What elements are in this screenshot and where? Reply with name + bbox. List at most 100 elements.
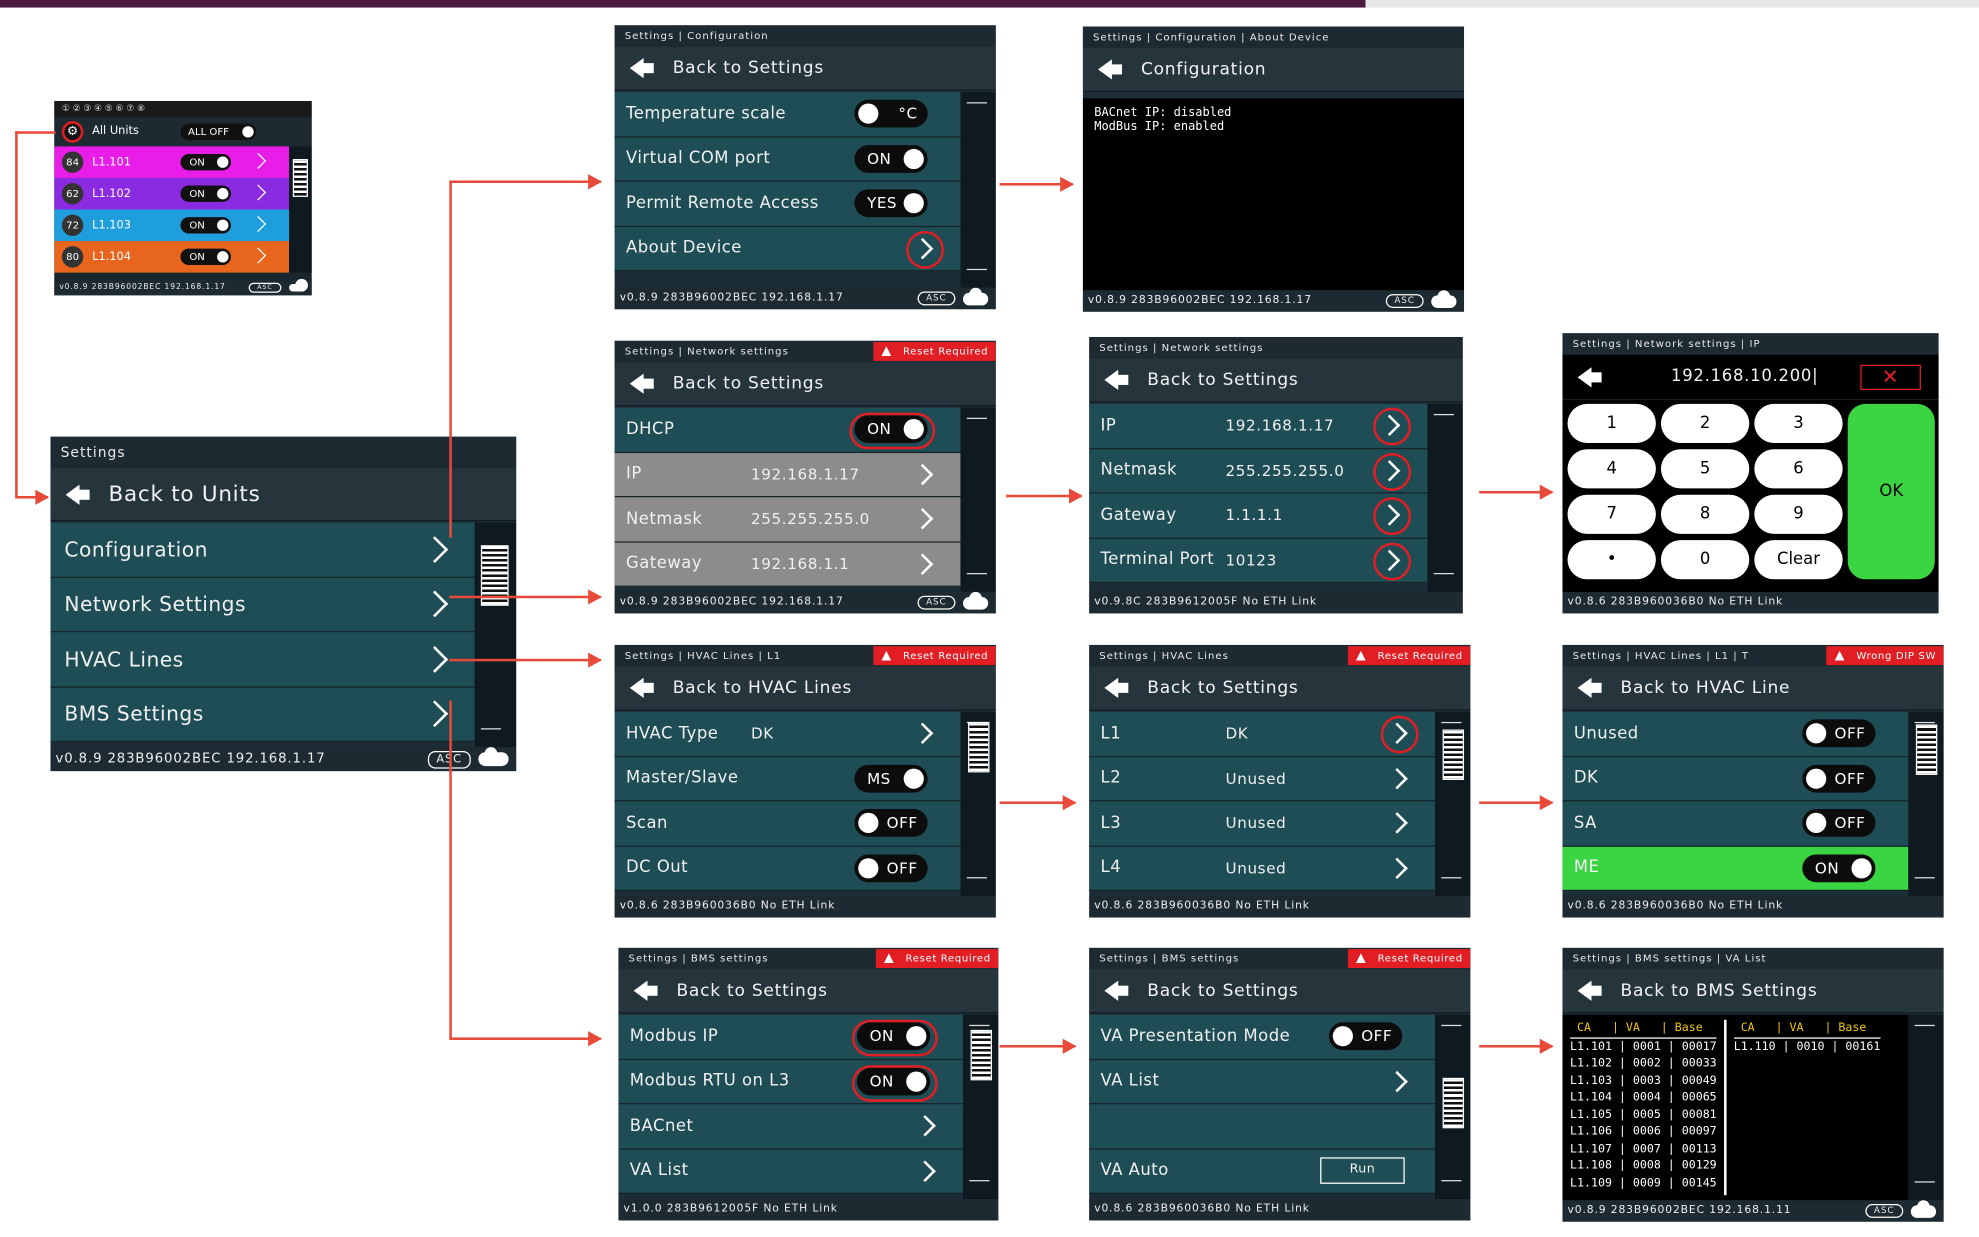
toggle-switch[interactable]: OFF <box>1802 719 1876 748</box>
setting-row[interactable]: IP 192.168.1.17 <box>1089 403 1428 449</box>
setting-row[interactable]: Netmask 255.255.255.0 <box>614 497 961 543</box>
key-3[interactable]: 4 <box>1567 449 1656 489</box>
unit-row[interactable]: 84 L1.101 ON <box>54 146 290 178</box>
setting-row[interactable]: L4 Unused <box>1089 846 1436 892</box>
setting-row[interactable]: VA List <box>1089 1059 1436 1105</box>
settings-item-network[interactable]: Network Settings <box>50 577 475 633</box>
toggle-switch[interactable]: OFF <box>854 809 928 838</box>
setting-row[interactable]: Virtual COM port ON <box>614 136 961 182</box>
toggle-switch[interactable]: OFF <box>854 854 928 882</box>
back-button[interactable]: Back to Settings <box>1089 969 1471 1014</box>
run-button[interactable]: Run <box>1320 1157 1405 1185</box>
setting-row[interactable]: VA Presentation Mode OFF <box>1089 1014 1436 1060</box>
setting-row[interactable]: L2 Unused <box>1089 756 1436 802</box>
setting-row[interactable]: IP 192.168.1.17 <box>614 452 961 498</box>
setting-row[interactable]: Temperature scale °C <box>614 92 961 137</box>
setting-row[interactable]: L3 Unused <box>1089 801 1436 847</box>
setting-row[interactable]: ME ON <box>1562 846 1909 892</box>
setting-row[interactable]: BACnet <box>618 1104 963 1150</box>
row-label: VA Auto <box>1100 1161 1169 1181</box>
scrollbar[interactable] <box>960 407 996 592</box>
setting-row[interactable]: DK OFF <box>1562 756 1909 802</box>
setting-row[interactable]: L1 DK <box>1089 711 1436 757</box>
back-button[interactable]: Back to Settings <box>1089 666 1471 711</box>
setting-row[interactable]: Gateway 1.1.1.1 <box>1089 493 1428 539</box>
setting-row[interactable]: Terminal Port 10123 <box>1089 538 1428 584</box>
unit-toggle[interactable]: ON <box>180 185 231 202</box>
back-button[interactable]: Back to Settings <box>614 362 996 407</box>
setting-row[interactable]: Unused OFF <box>1562 711 1909 757</box>
back-button[interactable]: Back to Settings <box>618 969 999 1014</box>
setting-row[interactable]: VA List <box>618 1149 963 1194</box>
keypad-input-row[interactable]: 192.168.10.200| ✕ <box>1562 354 1939 401</box>
back-button[interactable]: Back to HVAC Line <box>1562 666 1944 711</box>
unit-row[interactable]: 80 L1.104 ON <box>54 241 290 273</box>
toggle-switch[interactable]: YES <box>854 189 928 218</box>
back-button[interactable]: Back to Settings <box>1089 358 1463 403</box>
setting-row[interactable]: DC Out OFF <box>614 846 961 892</box>
key-10[interactable]: 0 <box>1660 540 1750 580</box>
scrollbar[interactable] <box>1435 1014 1471 1199</box>
settings-item-hvac[interactable]: HVAC Lines <box>50 632 475 688</box>
setting-row[interactable]: DHCP ON <box>614 407 961 453</box>
unit-tabs[interactable]: ① ② ③ ④ ⑤ ⑥ ⑦ ⑧ <box>54 100 312 118</box>
key-2[interactable]: 3 <box>1754 403 1843 443</box>
back-to-units-button[interactable]: Back to Units <box>50 468 517 522</box>
setting-row[interactable]: About Device <box>614 226 961 272</box>
toggle-switch[interactable]: ON <box>1802 854 1876 882</box>
key-9[interactable]: • <box>1567 540 1656 580</box>
scrollbar[interactable] <box>1435 711 1471 897</box>
setting-row[interactable]: Permit Remote Access YES <box>614 181 961 227</box>
settings-scrollbar[interactable] <box>474 522 517 748</box>
key-0[interactable]: 1 <box>1567 403 1656 443</box>
back-button[interactable]: Back to HVAC Lines <box>614 666 996 711</box>
setting-row[interactable]: Modbus RTU on L3 ON <box>618 1059 963 1105</box>
back-button[interactable]: Back to Settings <box>614 46 996 91</box>
unit-toggle[interactable]: ON <box>180 217 231 234</box>
key-4[interactable]: 5 <box>1660 449 1750 489</box>
backspace-icon[interactable]: ✕ <box>1860 364 1921 390</box>
setting-row[interactable]: Modbus IP ON <box>618 1014 963 1060</box>
settings-item-bms[interactable]: BMS Settings <box>50 687 475 743</box>
back-label: Configuration <box>1140 59 1267 80</box>
back-button[interactable]: Back to BMS Settings <box>1562 969 1944 1014</box>
key-11[interactable]: Clear <box>1754 540 1843 580</box>
setting-row[interactable]: Netmask 255.255.255.0 <box>1089 448 1428 494</box>
key-1[interactable]: 2 <box>1660 403 1750 443</box>
gear-icon[interactable]: ⚙ <box>61 121 84 143</box>
all-off-toggle[interactable]: ALL OFF <box>180 123 257 141</box>
unit-row[interactable]: 62 L1.102 ON <box>54 177 290 210</box>
scrollbar[interactable] <box>962 1014 999 1199</box>
key-7[interactable]: 8 <box>1660 494 1750 534</box>
settings-item-configuration[interactable]: Configuration <box>50 522 475 578</box>
setting-row[interactable]: Master/Slave MS <box>614 756 961 802</box>
toggle-switch[interactable]: OFF <box>1802 764 1876 793</box>
setting-row[interactable] <box>1089 1104 1436 1150</box>
unit-row[interactable]: 72 L1.103 ON <box>54 209 290 242</box>
all-units-row[interactable]: ⚙ All Units ALL OFF <box>54 117 312 147</box>
back-button[interactable]: Configuration <box>1082 47 1465 93</box>
toggle-switch[interactable]: ON <box>854 144 928 173</box>
key-6[interactable]: 7 <box>1567 494 1656 534</box>
setting-row[interactable]: HVAC Type DK <box>614 711 961 757</box>
unit-toggle[interactable]: ON <box>180 248 231 266</box>
unit-toggle[interactable]: ON <box>180 153 231 171</box>
units-scrollbar[interactable] <box>289 146 312 273</box>
key-8[interactable]: 9 <box>1754 494 1843 534</box>
toggle-switch[interactable]: OFF <box>1328 1022 1403 1051</box>
setting-row[interactable]: VA Auto Run <box>1089 1149 1436 1194</box>
setting-row[interactable]: Gateway 192.168.1.1 <box>614 542 961 587</box>
setting-row[interactable]: SA OFF <box>1562 801 1909 847</box>
toggle-switch[interactable]: OFF <box>1802 809 1876 838</box>
key-5[interactable]: 6 <box>1754 449 1843 489</box>
setting-row[interactable]: Scan OFF <box>614 801 961 847</box>
scrollbar[interactable] <box>1908 1014 1944 1201</box>
back-arrow-icon[interactable] <box>1577 365 1603 388</box>
scrollbar[interactable] <box>960 711 996 897</box>
toggle-switch[interactable]: °C <box>854 100 928 128</box>
scrollbar[interactable] <box>1908 711 1944 897</box>
toggle-switch[interactable]: MS <box>854 764 928 793</box>
ok-button[interactable]: OK <box>1847 403 1935 580</box>
scrollbar[interactable] <box>1427 403 1463 592</box>
scrollbar[interactable] <box>960 92 996 288</box>
